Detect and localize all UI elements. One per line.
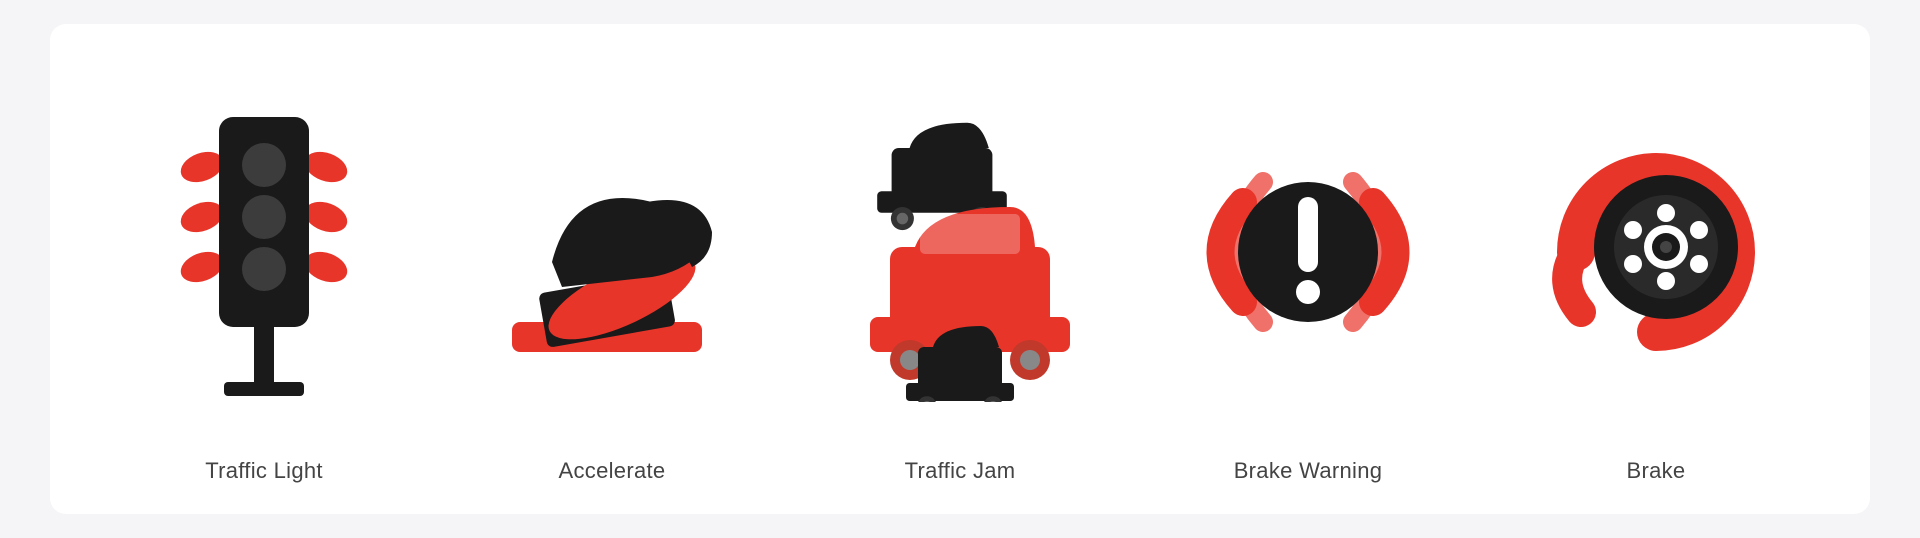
icon-card-brake-warning: Brake Warning xyxy=(1134,44,1482,494)
brake-label: Brake xyxy=(1627,458,1686,484)
traffic-light-label: Traffic Light xyxy=(205,458,323,484)
icon-card-brake: Brake xyxy=(1482,44,1830,494)
brake-warning-icon-area xyxy=(1144,64,1472,440)
traffic-jam-icon xyxy=(850,102,1070,402)
icon-card-traffic-jam: Traffic Jam xyxy=(786,44,1134,494)
brake-icon xyxy=(1526,122,1786,382)
traffic-jam-icon-area xyxy=(796,64,1124,440)
accelerate-label: Accelerate xyxy=(559,458,666,484)
traffic-light-icon xyxy=(164,97,364,407)
icon-card-accelerate: Accelerate xyxy=(438,44,786,494)
traffic-light-icon-area xyxy=(100,64,428,440)
brake-warning-label: Brake Warning xyxy=(1234,458,1383,484)
brake-icon-area xyxy=(1492,64,1820,440)
traffic-jam-label: Traffic Jam xyxy=(905,458,1016,484)
accelerate-icon-area xyxy=(448,64,776,440)
brake-warning-icon xyxy=(1178,122,1438,382)
icon-grid: Traffic Light Accelerate xyxy=(50,24,1870,514)
accelerate-icon xyxy=(492,102,732,402)
icon-card-traffic-light: Traffic Light xyxy=(90,44,438,494)
